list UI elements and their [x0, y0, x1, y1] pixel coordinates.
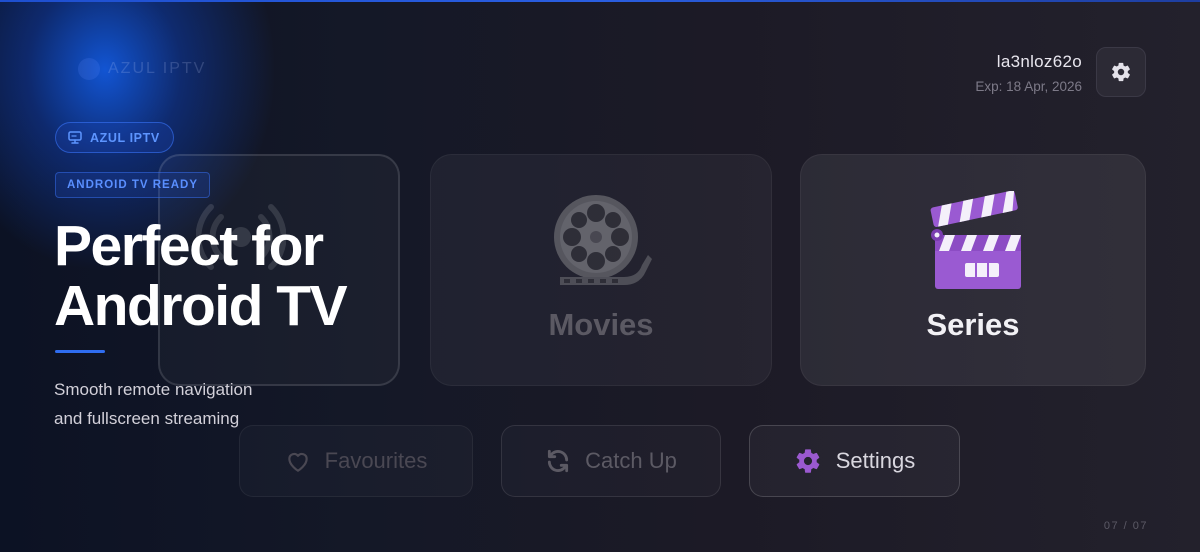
header-settings-button[interactable]	[1096, 47, 1146, 97]
movies-label: Movies	[548, 307, 654, 342]
gear-icon	[1112, 62, 1130, 82]
brand-badge: AZUL IPTV	[55, 122, 174, 153]
favourites-label: Favourites	[324, 448, 428, 473]
favourites-button[interactable]: Favourites	[239, 425, 473, 497]
brand-badge-label: AZUL IPTV	[90, 130, 160, 145]
promo-subtitle: Smooth remote navigation and fullscreen …	[54, 375, 374, 433]
film-reel-icon	[554, 195, 652, 285]
headline-accent-bar	[55, 350, 105, 353]
movies-tile[interactable]: Movies	[430, 154, 772, 386]
brand-logo-icon	[78, 58, 100, 80]
subscription-expiry: Exp: 18 Apr, 2026	[975, 79, 1082, 94]
app-brand: AZUL IPTV	[78, 58, 206, 80]
settings-label: Settings	[835, 448, 916, 473]
top-accent-line	[0, 0, 1200, 2]
headline-line-2: Android TV	[54, 274, 348, 338]
account-info: la3nloz62o Exp: 18 Apr, 2026	[975, 52, 1082, 94]
subtitle-line-2: and fullscreen streaming	[54, 409, 240, 428]
subtitle-line-1: Smooth remote navigation	[54, 380, 253, 399]
settings-button[interactable]: Settings	[749, 425, 960, 497]
gear-icon	[796, 449, 820, 473]
clapperboard-icon	[930, 191, 1021, 289]
slide-counter: 07 / 07	[1103, 520, 1148, 532]
refresh-icon	[548, 449, 569, 473]
username: la3nloz62o	[996, 52, 1082, 71]
android-tv-tag: ANDROID TV READY	[55, 172, 211, 198]
series-label: Series	[926, 307, 1020, 342]
heart-icon	[287, 452, 308, 472]
promo-headline: Perfect for Android TV	[54, 216, 454, 336]
brand-name: AZUL IPTV	[108, 60, 207, 77]
android-tv-tag-label: ANDROID TV READY	[67, 179, 199, 191]
headline-line-1: Perfect for	[54, 214, 324, 278]
catch-up-button[interactable]: Catch Up	[501, 425, 721, 497]
series-tile[interactable]: Series	[800, 154, 1146, 386]
catch-up-label: Catch Up	[585, 448, 677, 473]
tv-icon	[68, 131, 82, 144]
